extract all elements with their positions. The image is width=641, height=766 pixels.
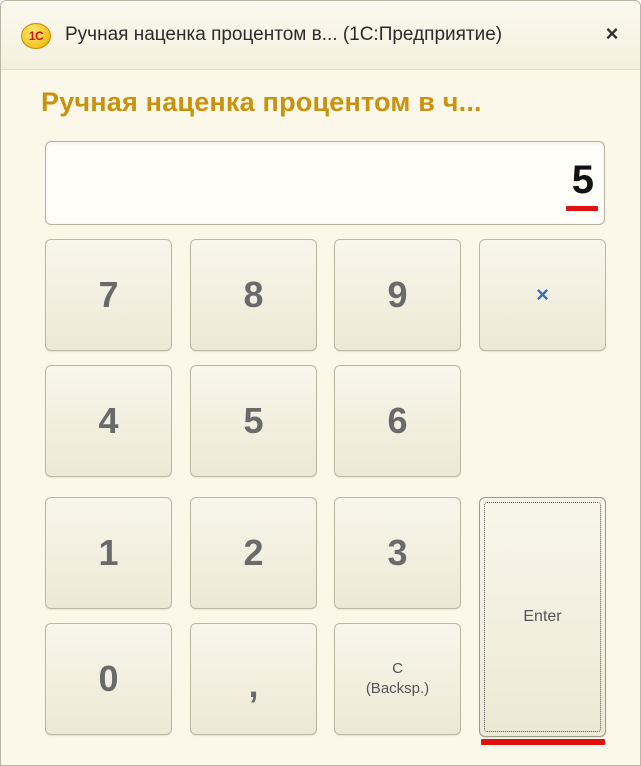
key-7-button[interactable]: 7 — [45, 239, 172, 351]
backspace-label-line2: (Backsp.) — [365, 680, 430, 697]
key-1-button[interactable]: 1 — [45, 497, 172, 609]
key-9-button[interactable]: 9 — [334, 239, 461, 351]
key-label: 2 — [243, 532, 264, 573]
backspace-label-line1: C — [392, 660, 403, 677]
key-4-button[interactable]: 4 — [45, 365, 172, 477]
key-label: 0 — [98, 658, 119, 699]
key-3-button[interactable]: 3 — [334, 497, 461, 609]
key-label: , — [248, 664, 259, 705]
dialog-window: 1C Ручная наценка процентом в... (1С:Пре… — [0, 0, 641, 766]
key-6-button[interactable]: 6 — [334, 365, 461, 477]
clear-icon: × — [536, 282, 549, 307]
key-label: 1 — [98, 532, 119, 573]
enter-highlight-underline — [481, 739, 605, 745]
key-8-button[interactable]: 8 — [190, 239, 317, 351]
key-label: 9 — [387, 274, 408, 315]
clear-button[interactable]: × — [479, 239, 606, 351]
key-2-button[interactable]: 2 — [190, 497, 317, 609]
key-label: 4 — [98, 400, 119, 441]
key-label: 3 — [387, 532, 408, 573]
key-0-button[interactable]: 0 — [45, 623, 172, 735]
input-highlight-underline — [566, 206, 598, 211]
number-input-field[interactable]: 5 — [45, 141, 605, 225]
enter-button[interactable]: Enter — [479, 497, 606, 737]
key-label: 8 — [243, 274, 264, 315]
enter-label: Enter — [523, 608, 562, 625]
key-label: 7 — [98, 274, 119, 315]
backspace-button[interactable]: C (Backsp.) — [334, 623, 461, 735]
comma-button[interactable]: , — [190, 623, 317, 735]
app-logo-icon: 1C — [21, 23, 51, 49]
key-5-button[interactable]: 5 — [190, 365, 317, 477]
key-label: 5 — [243, 400, 264, 441]
close-button[interactable]: × — [598, 19, 626, 49]
window-title: Ручная наценка процентом в... (1С:Предпр… — [65, 24, 503, 45]
title-bar[interactable]: 1C Ручная наценка процентом в... (1С:Пре… — [1, 1, 640, 70]
input-value: 5 — [571, 158, 594, 202]
form-header: Ручная наценка процентом в ч... — [41, 87, 482, 117]
close-icon: × — [605, 21, 619, 46]
key-label: 6 — [387, 400, 408, 441]
